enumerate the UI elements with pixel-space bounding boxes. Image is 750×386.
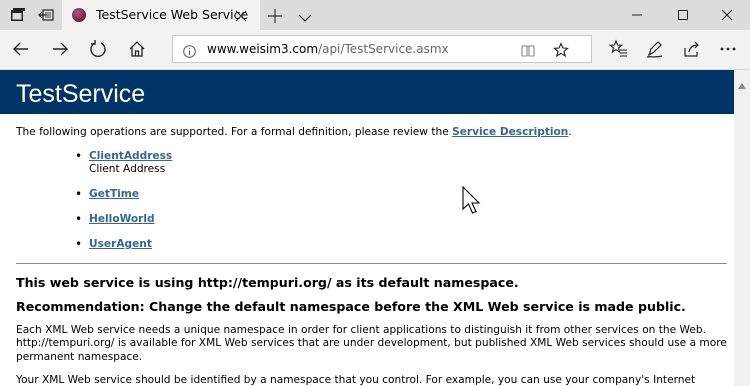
- back-icon[interactable]: [10, 38, 32, 60]
- vertical-scrollbar[interactable]: [734, 70, 750, 386]
- close-icon[interactable]: [234, 8, 248, 22]
- operations-list: ClientAddress Client Address GetTime Hel…: [75, 149, 172, 263]
- home-icon[interactable]: [126, 38, 148, 60]
- operation-link-clientaddress[interactable]: ClientAddress: [89, 150, 172, 162]
- mouse-cursor-icon: [462, 186, 481, 214]
- page-viewport: TestService The following operations are…: [0, 70, 734, 386]
- list-item: HelloWorld: [75, 212, 172, 238]
- namespace-explanation: Each XML Web service needs a unique name…: [16, 324, 727, 363]
- set-aside-tabs-icon[interactable]: [38, 7, 54, 23]
- plus-icon[interactable]: [268, 8, 282, 23]
- refresh-icon[interactable]: [87, 38, 109, 60]
- page-title: TestService: [16, 80, 146, 108]
- intro-lead: The following operations are supported. …: [16, 126, 453, 138]
- recommendation-heading: Recommendation: Change the default names…: [16, 299, 686, 314]
- tab-title: TestService Web Service: [96, 7, 249, 22]
- service-description-link[interactable]: Service Description: [452, 126, 568, 138]
- info-icon[interactable]: [183, 43, 196, 58]
- divider: [16, 263, 727, 264]
- namespace-heading: This web service is using http://tempuri…: [16, 275, 519, 290]
- close-window-button[interactable]: [704, 0, 750, 30]
- intro-end: .: [568, 126, 572, 138]
- list-item: GetTime: [75, 187, 172, 213]
- namespace-advice: Your XML Web service should be identifie…: [16, 374, 696, 386]
- address-url[interactable]: www.weisim3.com/api/TestService.asmx: [207, 42, 449, 56]
- operation-link-useragent[interactable]: UserAgent: [89, 238, 152, 250]
- address-host: www.weisim3.com: [207, 42, 319, 56]
- page-header: TestService: [0, 70, 734, 114]
- favorites-icon[interactable]: [608, 39, 628, 59]
- address-bar[interactable]: www.weisim3.com/api/TestService.asmx: [172, 35, 592, 63]
- active-tab[interactable]: TestService Web Service: [62, 0, 260, 30]
- navigation-bar: www.weisim3.com/api/TestService.asmx: [0, 30, 750, 70]
- address-path: /api/TestService.asmx: [318, 42, 449, 56]
- list-item: ClientAddress Client Address: [75, 149, 172, 188]
- operation-link-gettime[interactable]: GetTime: [89, 188, 139, 200]
- operation-description: Client Address: [89, 163, 166, 175]
- minimize-button[interactable]: [614, 0, 660, 30]
- site-favicon-icon: [72, 8, 86, 22]
- intro-text: The following operations are supported. …: [16, 126, 572, 138]
- reading-view-icon[interactable]: [521, 43, 535, 57]
- tab-manager-icon[interactable]: [10, 7, 26, 23]
- more-icon[interactable]: [718, 39, 738, 59]
- pen-icon[interactable]: [645, 39, 665, 59]
- share-icon[interactable]: [682, 39, 702, 59]
- forward-icon[interactable]: [49, 38, 71, 60]
- chevron-down-icon[interactable]: [298, 9, 312, 22]
- tab-strip: TestService Web Service: [0, 0, 750, 30]
- list-item: UserAgent: [75, 237, 172, 263]
- maximize-button[interactable]: [660, 0, 706, 30]
- operation-link-helloworld[interactable]: HelloWorld: [89, 213, 155, 225]
- scroll-up-arrow-icon[interactable]: [738, 74, 746, 89]
- star-icon[interactable]: [552, 42, 570, 58]
